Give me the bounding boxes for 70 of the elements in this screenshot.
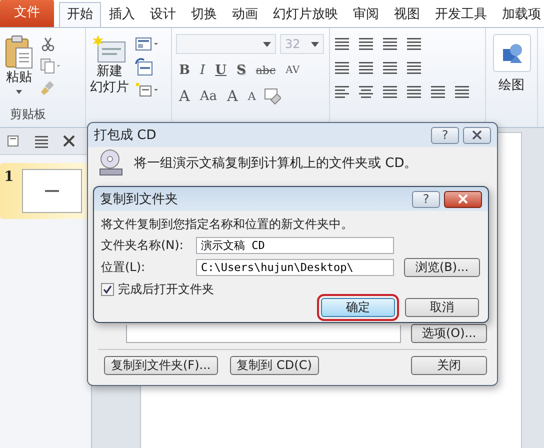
eraser-icon[interactable]	[262, 87, 281, 105]
italic-button[interactable]: I	[197, 62, 208, 78]
ribbon-tab[interactable]: 设计	[143, 3, 183, 27]
dialog-title: 复制到文件夹	[100, 191, 179, 208]
close-icon	[471, 130, 483, 140]
checkbox[interactable]	[101, 283, 114, 296]
close-dialog-button[interactable]: 关闭	[411, 356, 487, 375]
dropdown-icon	[311, 42, 319, 46]
outline-tab-icon[interactable]	[34, 134, 48, 148]
field-label: 位置(L):	[101, 259, 146, 276]
ribbon-tab[interactable]: 开发工具	[428, 3, 494, 27]
scissors-icon[interactable]	[40, 36, 56, 52]
slides-tab-icon[interactable]	[6, 134, 20, 148]
ribbon-tab[interactable]: 插入	[102, 3, 142, 27]
shapes-icon	[492, 34, 530, 72]
help-button[interactable]: ?	[412, 190, 440, 208]
title-placeholder-icon	[44, 190, 59, 192]
copy-to-cd-button[interactable]: 复制到 CD(C)	[230, 356, 319, 375]
justify-icon[interactable]	[406, 84, 422, 100]
strikethrough-button[interactable]: abc	[252, 64, 279, 76]
cancel-button[interactable]: 取消	[405, 298, 479, 317]
browse-button[interactable]: 浏览(B)...	[404, 258, 480, 277]
copy-icon[interactable]	[40, 58, 62, 74]
font-name-field[interactable]	[176, 34, 276, 54]
grow-font-button[interactable]: A	[224, 87, 241, 105]
folder-name-field[interactable]: 演示文稿 CD	[196, 237, 394, 254]
drawing-button[interactable]: 绘图	[490, 34, 533, 94]
ribbon-tab[interactable]: 幻灯片放映	[266, 3, 345, 27]
ribbon-tab[interactable]: 切换	[184, 3, 224, 27]
cd-drive-icon	[98, 149, 124, 177]
align-right-icon[interactable]	[382, 84, 398, 100]
file-tab[interactable]: 文件	[0, 0, 54, 27]
reset-icon[interactable]	[135, 58, 153, 76]
ribbon-tab[interactable]: 加载项	[495, 3, 544, 27]
clipboard-icon	[4, 34, 34, 70]
ribbon-tab[interactable]: 视图	[387, 3, 427, 27]
paste-button[interactable]: 粘贴	[4, 34, 34, 97]
change-case-button[interactable]: Aa	[196, 88, 220, 104]
underline-button[interactable]: U	[212, 62, 230, 78]
checkbox-label: 完成后打开文件夹	[118, 281, 214, 298]
shadow-button[interactable]: S	[233, 62, 249, 78]
new-slide-button[interactable]: 新建 幻灯片	[90, 34, 129, 98]
dropdown-icon	[263, 42, 271, 46]
section-icon[interactable]	[135, 82, 159, 98]
copy-to-folder-button[interactable]: 复制到文件夹(F)...	[104, 356, 218, 375]
options-button[interactable]: 选项(O)...	[411, 324, 487, 343]
align-left-icon[interactable]	[334, 84, 350, 100]
field-label: 文件夹名称(N):	[101, 237, 184, 254]
close-icon[interactable]	[62, 134, 76, 148]
align-center-icon[interactable]	[358, 84, 374, 100]
font-color-button[interactable]: A	[176, 87, 193, 105]
bold-button[interactable]: B	[176, 62, 193, 78]
ribbon-tab[interactable]: 审阅	[346, 3, 386, 27]
checkmark-icon	[103, 285, 112, 294]
dialog-instruction: 将文件复制到您指定名称和位置的新文件夹中。	[101, 216, 354, 233]
shrink-font-button[interactable]: A	[244, 90, 259, 102]
slide-number: 1	[4, 169, 14, 185]
ribbon-tab[interactable]: 开始	[59, 2, 101, 27]
location-field[interactable]: C:\Users\hujun\Desktop\	[196, 259, 394, 276]
dialog-title: 打包成 CD	[94, 127, 158, 144]
new-slide-icon	[92, 34, 126, 64]
close-button[interactable]	[463, 126, 491, 144]
ribbon-tab[interactable]: 动画	[225, 3, 265, 27]
close-button[interactable]	[444, 190, 482, 208]
layout-icon[interactable]	[135, 36, 159, 52]
group-label: 剪贴板	[9, 106, 47, 123]
dialog-message: 将一组演示文稿复制到计算机上的文件夹或 CD。	[134, 155, 418, 172]
spacing-button[interactable]: AV	[282, 64, 303, 76]
close-icon	[457, 194, 469, 204]
help-button[interactable]: ?	[431, 126, 459, 144]
